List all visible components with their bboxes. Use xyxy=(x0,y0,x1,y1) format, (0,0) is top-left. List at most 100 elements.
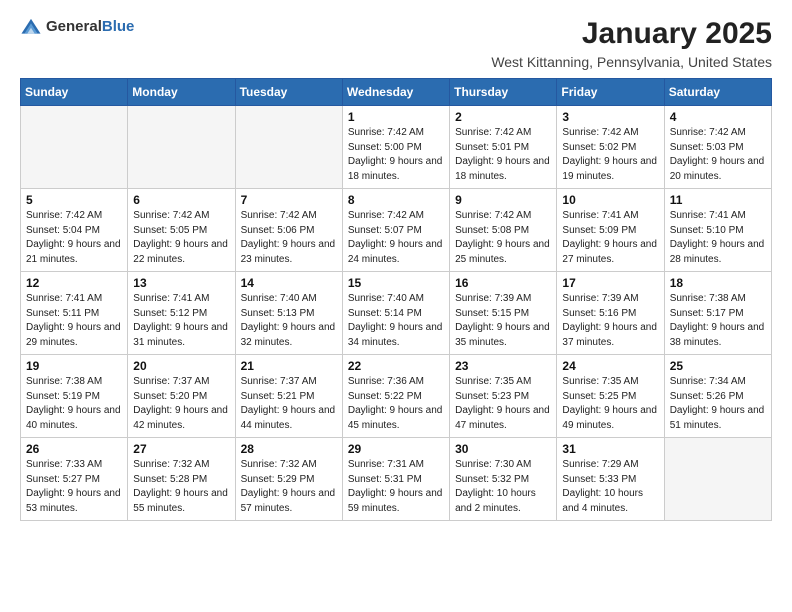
calendar-day xyxy=(21,106,128,189)
calendar-day: 20 Sunrise: 7:37 AMSunset: 5:20 PMDayligh… xyxy=(128,355,235,438)
day-info: Sunrise: 7:40 AMSunset: 5:14 PMDaylight:… xyxy=(348,292,444,350)
day-number: 1 xyxy=(348,110,444,124)
month-title: January 2025 xyxy=(491,16,772,52)
calendar-day: 30 Sunrise: 7:30 AMSunset: 5:32 PMDayligh… xyxy=(450,438,557,521)
calendar-day: 3 Sunrise: 7:42 AMSunset: 5:02 PMDaylight… xyxy=(557,106,664,189)
day-number: 22 xyxy=(348,359,444,373)
day-info: Sunrise: 7:42 AMSunset: 5:03 PMDaylight:… xyxy=(670,126,766,184)
day-info: Sunrise: 7:30 AMSunset: 5:32 PMDaylight:… xyxy=(455,458,551,516)
calendar-day: 9 Sunrise: 7:42 AMSunset: 5:08 PMDaylight… xyxy=(450,189,557,272)
day-number: 25 xyxy=(670,359,766,373)
day-number: 11 xyxy=(670,193,766,207)
logo-text: General Blue xyxy=(46,19,134,36)
calendar-day: 19Sunrise: 7:38 AMSunset: 5:19 PMDayligh… xyxy=(21,355,128,438)
weekday-header: Saturday xyxy=(664,79,771,106)
day-info: Sunrise: 7:31 AMSunset: 5:31 PMDaylight:… xyxy=(348,458,444,516)
calendar-day xyxy=(664,438,771,521)
calendar-day: 6Sunrise: 7:42 AMSunset: 5:05 PMDaylight… xyxy=(128,189,235,272)
calendar-week-row: 12 Sunrise: 7:41 AMSunset: 5:11 PMDayligh… xyxy=(21,272,772,355)
day-info: Sunrise: 7:41 AMSunset: 5:10 PMDaylight:… xyxy=(670,209,766,267)
day-number: 16 xyxy=(455,276,551,290)
calendar-day: 13 Sunrise: 7:41 AMSunset: 5:12 PMDayligh… xyxy=(128,272,235,355)
calendar-day: 15 Sunrise: 7:40 AMSunset: 5:14 PMDayligh… xyxy=(342,272,449,355)
calendar-day xyxy=(128,106,235,189)
day-number: 23 xyxy=(455,359,551,373)
day-info: Sunrise: 7:34 AMSunset: 5:26 PMDaylight:… xyxy=(670,375,766,433)
day-number: 3 xyxy=(562,110,658,124)
calendar-day xyxy=(235,106,342,189)
day-info: Sunrise: 7:33 AMSunset: 5:27 PMDaylight:… xyxy=(26,458,122,516)
day-number: 14 xyxy=(241,276,337,290)
weekday-header: Friday xyxy=(557,79,664,106)
calendar-day: 28Sunrise: 7:32 AMSunset: 5:29 PMDayligh… xyxy=(235,438,342,521)
calendar-day: 5 Sunrise: 7:42 AMSunset: 5:04 PMDaylight… xyxy=(21,189,128,272)
page-header: General Blue January 2025 West Kittannin… xyxy=(20,16,772,70)
day-info: Sunrise: 7:42 AMSunset: 5:01 PMDaylight:… xyxy=(455,126,551,184)
calendar-day: 12 Sunrise: 7:41 AMSunset: 5:11 PMDayligh… xyxy=(21,272,128,355)
day-number: 8 xyxy=(348,193,444,207)
day-number: 15 xyxy=(348,276,444,290)
calendar-day: 23 Sunrise: 7:35 AMSunset: 5:23 PMDayligh… xyxy=(450,355,557,438)
day-number: 2 xyxy=(455,110,551,124)
calendar-day: 2 Sunrise: 7:42 AMSunset: 5:01 PMDaylight… xyxy=(450,106,557,189)
day-number: 31 xyxy=(562,442,658,456)
day-info: Sunrise: 7:32 AMSunset: 5:28 PMDaylight:… xyxy=(133,458,229,516)
weekday-header-row: SundayMondayTuesdayWednesdayThursdayFrid… xyxy=(21,79,772,106)
logo-general: General xyxy=(46,19,102,36)
calendar-day: 18Sunrise: 7:38 AMSunset: 5:17 PMDayligh… xyxy=(664,272,771,355)
day-number: 20 xyxy=(133,359,229,373)
day-info: Sunrise: 7:37 AMSunset: 5:20 PMDaylight:… xyxy=(133,375,229,433)
day-number: 4 xyxy=(670,110,766,124)
day-info: Sunrise: 7:35 AMSunset: 5:23 PMDaylight:… xyxy=(455,375,551,433)
day-info: Sunrise: 7:40 AMSunset: 5:13 PMDaylight:… xyxy=(241,292,337,350)
day-number: 18 xyxy=(670,276,766,290)
day-number: 26 xyxy=(26,442,122,456)
day-info: Sunrise: 7:29 AMSunset: 5:33 PMDaylight:… xyxy=(562,458,658,516)
day-info: Sunrise: 7:41 AMSunset: 5:11 PMDaylight:… xyxy=(26,292,122,350)
calendar-day: 24Sunrise: 7:35 AMSunset: 5:25 PMDayligh… xyxy=(557,355,664,438)
day-info: Sunrise: 7:42 AMSunset: 5:06 PMDaylight:… xyxy=(241,209,337,267)
calendar-day: 8Sunrise: 7:42 AMSunset: 5:07 PMDaylight… xyxy=(342,189,449,272)
weekday-header: Wednesday xyxy=(342,79,449,106)
day-number: 12 xyxy=(26,276,122,290)
day-info: Sunrise: 7:42 AMSunset: 5:05 PMDaylight:… xyxy=(133,209,229,267)
calendar-table: SundayMondayTuesdayWednesdayThursdayFrid… xyxy=(20,78,772,521)
day-info: Sunrise: 7:37 AMSunset: 5:21 PMDaylight:… xyxy=(241,375,337,433)
day-info: Sunrise: 7:42 AMSunset: 5:02 PMDaylight:… xyxy=(562,126,658,184)
calendar-day: 1 Sunrise: 7:42 AMSunset: 5:00 PMDaylight… xyxy=(342,106,449,189)
calendar-day: 21 Sunrise: 7:37 AMSunset: 5:21 PMDayligh… xyxy=(235,355,342,438)
day-info: Sunrise: 7:36 AMSunset: 5:22 PMDaylight:… xyxy=(348,375,444,433)
day-info: Sunrise: 7:41 AMSunset: 5:12 PMDaylight:… xyxy=(133,292,229,350)
day-info: Sunrise: 7:41 AMSunset: 5:09 PMDaylight:… xyxy=(562,209,658,267)
day-number: 21 xyxy=(241,359,337,373)
calendar-day: 7 Sunrise: 7:42 AMSunset: 5:06 PMDaylight… xyxy=(235,189,342,272)
day-number: 7 xyxy=(241,193,337,207)
calendar-week-row: 19Sunrise: 7:38 AMSunset: 5:19 PMDayligh… xyxy=(21,355,772,438)
location-title: West Kittanning, Pennsylvania, United St… xyxy=(491,54,772,70)
calendar-day: 14 Sunrise: 7:40 AMSunset: 5:13 PMDayligh… xyxy=(235,272,342,355)
logo-blue: Blue xyxy=(102,19,135,36)
day-number: 9 xyxy=(455,193,551,207)
day-number: 13 xyxy=(133,276,229,290)
calendar-day: 16Sunrise: 7:39 AMSunset: 5:15 PMDayligh… xyxy=(450,272,557,355)
calendar-week-row: 5 Sunrise: 7:42 AMSunset: 5:04 PMDaylight… xyxy=(21,189,772,272)
day-info: Sunrise: 7:39 AMSunset: 5:16 PMDaylight:… xyxy=(562,292,658,350)
calendar-week-row: 1 Sunrise: 7:42 AMSunset: 5:00 PMDaylight… xyxy=(21,106,772,189)
day-number: 30 xyxy=(455,442,551,456)
weekday-header: Monday xyxy=(128,79,235,106)
day-number: 5 xyxy=(26,193,122,207)
day-info: Sunrise: 7:38 AMSunset: 5:19 PMDaylight:… xyxy=(26,375,122,433)
day-number: 27 xyxy=(133,442,229,456)
day-info: Sunrise: 7:42 AMSunset: 5:00 PMDaylight:… xyxy=(348,126,444,184)
calendar-week-row: 26 Sunrise: 7:33 AMSunset: 5:27 PMDayligh… xyxy=(21,438,772,521)
weekday-header: Tuesday xyxy=(235,79,342,106)
day-info: Sunrise: 7:35 AMSunset: 5:25 PMDaylight:… xyxy=(562,375,658,433)
calendar-day: 17 Sunrise: 7:39 AMSunset: 5:16 PMDayligh… xyxy=(557,272,664,355)
calendar-day: 11 Sunrise: 7:41 AMSunset: 5:10 PMDayligh… xyxy=(664,189,771,272)
day-info: Sunrise: 7:42 AMSunset: 5:08 PMDaylight:… xyxy=(455,209,551,267)
calendar-day: 4 Sunrise: 7:42 AMSunset: 5:03 PMDaylight… xyxy=(664,106,771,189)
day-info: Sunrise: 7:32 AMSunset: 5:29 PMDaylight:… xyxy=(241,458,337,516)
logo: General Blue xyxy=(20,16,134,38)
day-number: 17 xyxy=(562,276,658,290)
day-info: Sunrise: 7:42 AMSunset: 5:04 PMDaylight:… xyxy=(26,209,122,267)
